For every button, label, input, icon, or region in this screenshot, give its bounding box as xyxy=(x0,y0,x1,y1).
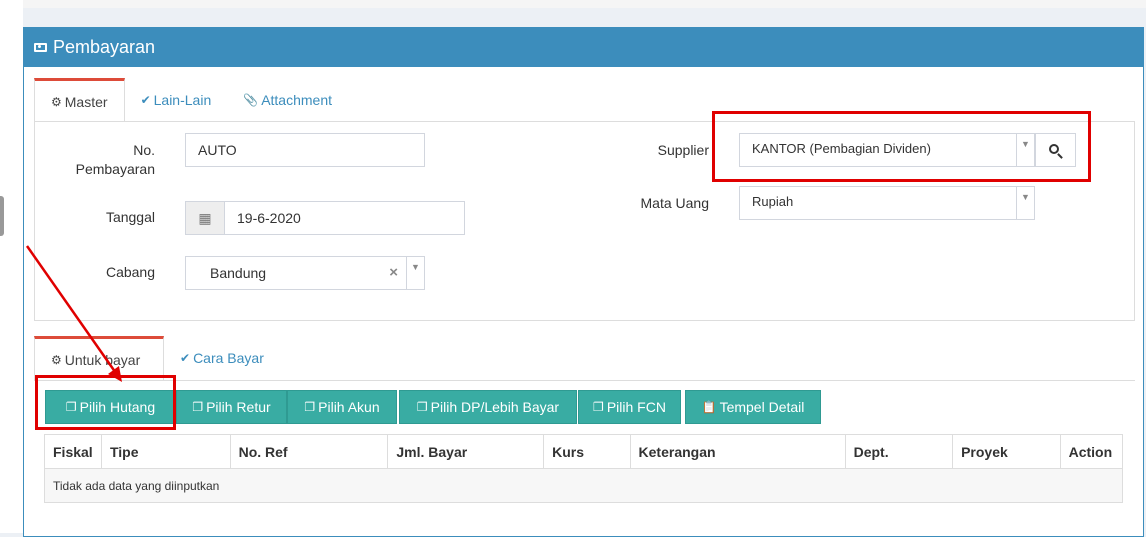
mata-uang-value: Rupiah xyxy=(752,194,794,209)
copy-icon: ❐ xyxy=(416,400,428,414)
tab-label: Attachment xyxy=(261,92,333,108)
column-header: No. Ref xyxy=(229,434,389,469)
cabang-value: Bandung xyxy=(210,265,267,281)
pilih-akun-button[interactable]: ❐ Pilih Akun xyxy=(287,390,397,424)
sidebar-toggle-handle[interactable] xyxy=(0,196,4,236)
top-background-strip xyxy=(23,0,1146,8)
left-background-strip xyxy=(0,0,23,533)
master-tabs: ⚙ Master ✔ Lain-Lain 📎 Attachment xyxy=(34,78,348,122)
empty-message: Tidak ada data yang diinputkan xyxy=(44,468,1123,503)
pilih-dp-lebih-bayar-button[interactable]: ❐ Pilih DP/Lebih Bayar xyxy=(399,390,577,424)
tab-divider xyxy=(34,380,1135,381)
check-circle-icon: ✔ xyxy=(140,93,151,107)
mata-uang-select[interactable]: Rupiah ▼ xyxy=(739,186,1035,220)
tab-master[interactable]: ⚙ Master xyxy=(34,78,125,122)
mata-uang-label: Mata Uang xyxy=(640,195,709,211)
tab-cara-bayar[interactable]: ✔ Cara Bayar xyxy=(164,336,280,380)
tempel-detail-button[interactable]: 📋 Tempel Detail xyxy=(685,390,821,424)
tab-label: Lain-Lain xyxy=(153,92,212,108)
pilih-hutang-button[interactable]: ❐ Pilih Hutang xyxy=(45,390,176,424)
button-label: Pilih Retur xyxy=(206,399,271,415)
panel-heading: Pembayaran xyxy=(24,28,1143,67)
check-circle-icon: ✔ xyxy=(180,351,191,365)
money-icon xyxy=(34,43,47,52)
detail-tabs: ⚙ Untuk bayar ✔ Cara Bayar xyxy=(34,336,280,380)
supplier-search-button[interactable] xyxy=(1035,133,1076,167)
cabang-select[interactable]: Bandung × ▼ xyxy=(185,256,425,290)
column-header: Fiskal xyxy=(44,434,102,469)
column-header: Proyek xyxy=(952,434,1061,469)
clear-icon[interactable]: × xyxy=(389,264,398,281)
table-row: Tidak ada data yang diinputkan xyxy=(44,468,1123,503)
button-label: Pilih FCN xyxy=(606,399,666,415)
column-header: Keterangan xyxy=(629,434,846,469)
button-label: Tempel Detail xyxy=(719,399,805,415)
chevron-down-icon[interactable]: ▼ xyxy=(1016,187,1034,219)
pilih-fcn-button[interactable]: ❐ Pilih FCN xyxy=(578,390,681,424)
copy-icon: ❐ xyxy=(65,400,77,414)
tanggal-label: Tanggal xyxy=(105,209,155,225)
search-icon xyxy=(1049,143,1059,154)
paste-icon: 📋 xyxy=(701,400,717,414)
column-header: Kurs xyxy=(543,434,631,469)
supplier-label: Supplier xyxy=(657,142,709,158)
column-header: Jml. Bayar xyxy=(387,434,545,469)
pilih-retur-button[interactable]: ❐ Pilih Retur xyxy=(176,390,287,424)
copy-icon: ❐ xyxy=(304,400,316,414)
tab-attachment[interactable]: 📎 Attachment xyxy=(227,78,348,122)
supplier-value: KANTOR (Pembagian Dividen) xyxy=(752,141,931,156)
tab-untuk-bayar[interactable]: ⚙ Untuk bayar xyxy=(34,336,164,380)
tab-label: Master xyxy=(64,93,108,110)
panel-title: Pembayaran xyxy=(53,37,156,57)
column-header: Tipe xyxy=(100,434,231,469)
cabang-label: Cabang xyxy=(105,264,155,280)
button-label: Pilih Hutang xyxy=(79,399,156,415)
detail-table: Fiskal Tipe No. Ref Jml. Bayar Kurs Kete… xyxy=(44,434,1124,503)
cogs-icon: ⚙ xyxy=(51,352,62,367)
paperclip-icon: 📎 xyxy=(243,93,259,107)
tab-lain-lain[interactable]: ✔ Lain-Lain xyxy=(125,78,228,122)
calendar-icon[interactable]: ▦ xyxy=(185,201,225,235)
tanggal-input[interactable]: 19-6-2020 xyxy=(224,201,465,235)
copy-icon: ❐ xyxy=(593,400,604,414)
no-pembayaran-label: No. Pembayaran xyxy=(75,142,155,177)
copy-icon: ❐ xyxy=(192,400,204,414)
supplier-select[interactable]: KANTOR (Pembagian Dividen) ▼ xyxy=(739,133,1035,167)
master-form: No. Pembayaran AUTO Tanggal ▦ 19-6-2020 … xyxy=(34,121,1135,321)
tab-label: Untuk bayar xyxy=(64,351,141,368)
tab-label: Cara Bayar xyxy=(193,350,264,366)
action-button-bar: ❐ Pilih Hutang ❐ Pilih Retur ❐ Pilih Aku… xyxy=(45,390,845,424)
chevron-down-icon[interactable]: ▼ xyxy=(406,257,424,289)
chevron-down-icon[interactable]: ▼ xyxy=(1016,134,1034,166)
no-pembayaran-input[interactable]: AUTO xyxy=(185,133,425,167)
cogs-icon: ⚙ xyxy=(51,94,62,109)
button-label: Pilih DP/Lebih Bayar xyxy=(430,399,560,415)
column-header: Action xyxy=(1059,434,1124,469)
button-label: Pilih Akun xyxy=(318,399,380,415)
table-header-row: Fiskal Tipe No. Ref Jml. Bayar Kurs Kete… xyxy=(44,434,1124,469)
column-header: Dept. xyxy=(844,434,954,469)
